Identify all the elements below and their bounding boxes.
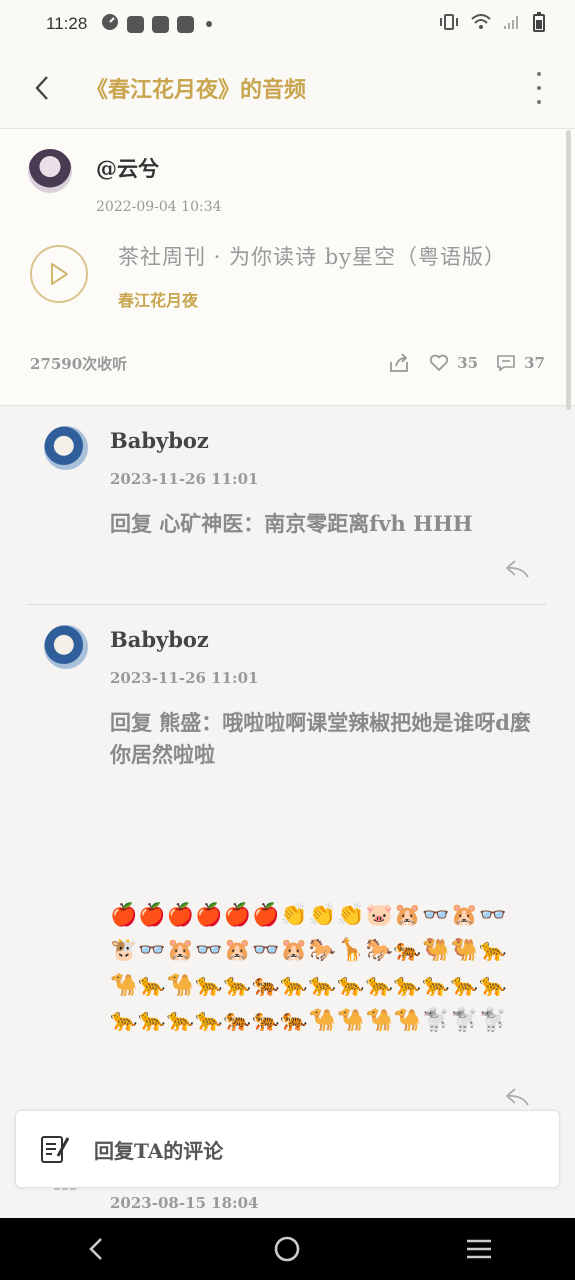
post-actions: 35 37 [389, 353, 545, 373]
chevron-left-icon [35, 76, 48, 100]
comment-timestamp: 2023-08-15 18:04 [110, 1194, 259, 1212]
more-dot [537, 72, 541, 76]
more-options-button[interactable] [531, 72, 547, 104]
reply-placeholder: 回复TA的评论 [94, 1138, 224, 1163]
reply-arrow-icon [506, 560, 529, 578]
nav-recents-button[interactable] [449, 1227, 509, 1271]
back-button[interactable] [22, 68, 62, 108]
comment-text: 回复 熊盛：哦啦啦啊课堂辣椒把她是谁呀d麼你居然啦啦 [110, 710, 531, 767]
more-dot [537, 100, 541, 104]
comment-username[interactable]: Babyboz [110, 428, 209, 453]
comment-timestamp: 2023-11-26 11:01 [110, 470, 259, 488]
divider [28, 604, 546, 605]
reply-button[interactable] [506, 1088, 532, 1108]
avatar[interactable] [44, 625, 88, 669]
comment-username[interactable]: Babyboz [110, 627, 209, 652]
dot-icon [206, 21, 213, 27]
wifi-icon [471, 13, 491, 35]
comment-icon [497, 355, 515, 372]
battery-icon [533, 11, 545, 37]
nav-back-button[interactable] [66, 1227, 126, 1271]
status-notification-icons [101, 13, 213, 36]
home-icon [275, 1236, 300, 1262]
share-icon [390, 353, 409, 372]
track-subtitle[interactable]: 春江花月夜 [118, 287, 198, 311]
nav-home-button[interactable] [257, 1227, 317, 1271]
more-dot [537, 86, 541, 90]
page-title: 《春江花月夜》的音频 [86, 77, 307, 103]
reply-arrow-icon [506, 1088, 529, 1106]
heart-icon [430, 354, 449, 371]
system-nav-bar [0, 1218, 575, 1280]
track-title[interactable]: 茶社周刊 · 为你读诗 by星空（粤语版） [118, 241, 506, 271]
post-username[interactable]: @云兮 [96, 153, 159, 183]
speedometer-icon [101, 13, 119, 36]
share-button[interactable] [389, 353, 411, 373]
comment-count: 37 [524, 354, 545, 372]
like-count: 35 [457, 354, 479, 372]
comment-timestamp: 2023-11-26 11:01 [110, 669, 259, 687]
status-bar: 11:28 [0, 0, 575, 48]
audio-post-card: @云兮 2022-09-04 10:34 茶社周刊 · 为你读诗 by星空（粤语… [0, 128, 575, 406]
edit-icon [41, 1136, 70, 1163]
comment-text: 回复 心矿神医：南京零距离fvh HHH [110, 511, 473, 536]
signal-icon [503, 14, 521, 35]
reply-button[interactable] [506, 560, 532, 580]
reply-input-bar[interactable]: 回复TA的评论 [15, 1110, 560, 1188]
avatar[interactable] [28, 149, 72, 193]
scrollbar[interactable] [566, 130, 571, 410]
mail-icon [177, 15, 195, 33]
vibrate-icon [439, 13, 459, 36]
like-button[interactable]: 35 [429, 354, 478, 372]
recents-icon [467, 1239, 492, 1259]
post-timestamp: 2022-09-04 10:34 [96, 199, 222, 215]
avatar[interactable] [44, 426, 88, 470]
listen-count: 27590次收听 [30, 355, 128, 373]
mail-icon [127, 15, 145, 33]
play-button[interactable] [30, 245, 88, 303]
play-icon [51, 263, 68, 285]
status-system-icons [439, 11, 545, 37]
back-icon [88, 1238, 102, 1260]
comment-button[interactable]: 37 [496, 354, 545, 372]
comment-emojis: 🍎🍎🍎🍎🍎🍎👏👏👏🐷🐹👓🐹👓🐮👓🐹👓🐹👓🐹🐎🦒🐎🐅🐫🐫🐆🐪🐆🐪🐆🐆🐅🐆🐆🐆🐆🐆🐆… [110, 903, 508, 1033]
app-header: 《春江花月夜》的音频 [0, 48, 575, 128]
avatar [54, 1188, 76, 1194]
mail-icon [152, 15, 170, 33]
status-time: 11:28 [46, 14, 88, 33]
